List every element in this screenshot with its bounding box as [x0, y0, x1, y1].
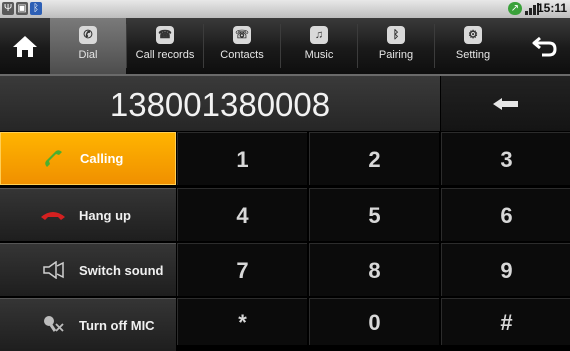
contacts-icon: ☏	[233, 26, 251, 44]
tab-label: Music	[304, 49, 334, 61]
hang-up-button[interactable]: Hang up	[0, 188, 176, 241]
home-icon	[13, 36, 37, 57]
bluetooth-icon: ᛒ	[387, 26, 405, 44]
key-3[interactable]: 3	[441, 132, 570, 185]
key-4[interactable]: 4	[177, 188, 307, 241]
calling-label: Calling	[80, 151, 124, 166]
key-7[interactable]: 7	[177, 243, 307, 296]
backspace-arrow-icon	[492, 97, 518, 110]
top-nav: ✆ Dial ☎ Call records ☏ Contacts ♫ Music…	[0, 18, 570, 76]
tab-label: Pairing	[378, 49, 414, 61]
tab-call-records[interactable]: ☎ Call records	[127, 18, 203, 74]
key-8[interactable]: 8	[309, 243, 439, 296]
tab-label: Contacts	[220, 49, 264, 61]
switch-sound-label: Switch sound	[79, 262, 164, 278]
key-hash[interactable]: #	[441, 298, 570, 345]
key-9[interactable]: 9	[441, 243, 570, 296]
handset-icon: ✆	[79, 26, 97, 44]
tab-label: Dial	[78, 49, 98, 61]
turn-off-mic-label: Turn off MIC	[79, 317, 155, 333]
speaker-icon	[40, 260, 66, 280]
key-6[interactable]: 6	[441, 188, 570, 241]
tab-setting[interactable]: ⚙ Setting	[435, 18, 511, 74]
call-forward-icon: ↗	[508, 2, 522, 15]
usb-icon: Ψ	[2, 2, 14, 15]
tab-pairing[interactable]: ᛒ Pairing	[358, 18, 434, 74]
key-1[interactable]: 1	[177, 132, 307, 185]
turn-off-mic-button[interactable]: Turn off MIC	[0, 298, 176, 351]
red-handset-icon	[40, 205, 66, 225]
back-arrow-icon	[532, 36, 557, 57]
tab-label: Call records	[135, 49, 195, 61]
tab-label: Setting	[455, 49, 491, 61]
back-button[interactable]	[520, 18, 570, 74]
tab-contacts[interactable]: ☏ Contacts	[204, 18, 280, 74]
android-icon: ▣	[16, 2, 28, 15]
gear-icon: ⚙	[464, 26, 482, 44]
tab-music[interactable]: ♫ Music	[281, 18, 357, 74]
backspace-button[interactable]	[441, 76, 570, 131]
status-time: 15:11	[536, 1, 567, 15]
bluetooth-icon: ᛒ	[30, 2, 42, 15]
key-0[interactable]: 0	[309, 298, 439, 345]
status-bar: Ψ ▣ ᛒ ↗ 15:11	[0, 0, 570, 18]
mic-off-icon	[40, 315, 66, 335]
key-2[interactable]: 2	[309, 132, 439, 185]
home-button[interactable]	[0, 18, 50, 74]
key-star[interactable]: *	[177, 298, 307, 345]
tab-dial[interactable]: ✆ Dial	[50, 18, 126, 74]
hang-up-label: Hang up	[79, 207, 131, 223]
calling-button[interactable]: Calling	[0, 132, 176, 185]
music-icon: ♫	[310, 26, 328, 44]
key-5[interactable]: 5	[309, 188, 439, 241]
switch-sound-button[interactable]: Switch sound	[0, 243, 176, 296]
dialed-number-display: 138001380008	[0, 76, 440, 131]
green-handset-icon	[41, 149, 67, 169]
call-log-icon: ☎	[156, 26, 174, 44]
